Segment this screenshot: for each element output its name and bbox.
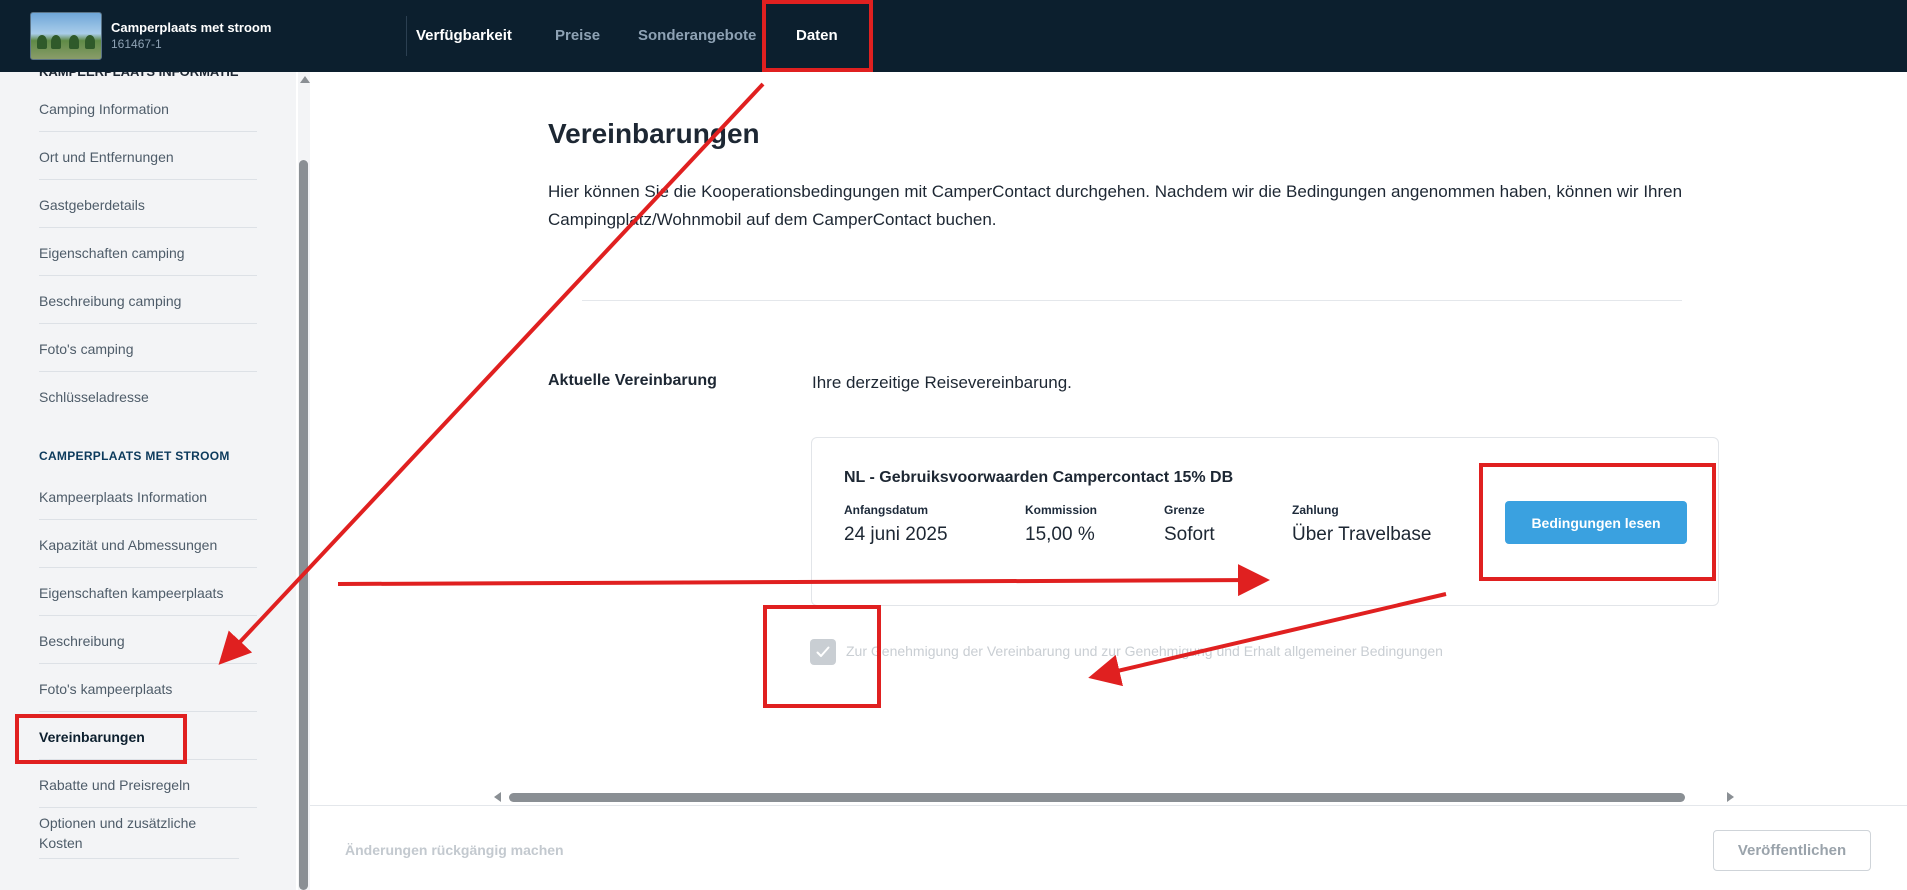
field-value-payment: Über Travelbase xyxy=(1292,524,1432,545)
site-id: 161467-1 xyxy=(111,37,162,51)
agreement-card: NL - Gebruiksvoorwaarden Campercontact 1… xyxy=(811,437,1719,606)
field-label-limit: Grenze xyxy=(1164,503,1205,517)
field-value-start-date: 24 juni 2025 xyxy=(844,524,948,545)
current-agreement-text: Ihre derzeitige Reisevereinbarung. xyxy=(812,373,1072,392)
sidebar-item-eigenschaften-kampeerplaats[interactable]: Eigenschaften kampeerplaats xyxy=(39,584,257,616)
sidebar-cut-heading: KAMPEERPLAATS INFORMATIE xyxy=(39,72,239,79)
section-divider xyxy=(582,300,1682,301)
consent-checkbox[interactable] xyxy=(810,639,836,665)
nav-tab-verfuegbarkeit[interactable]: Verfügbarkeit xyxy=(416,27,512,44)
sidebar-item-beschreibung-camping[interactable]: Beschreibung camping xyxy=(39,292,257,324)
scroll-left-arrow-icon[interactable] xyxy=(494,792,501,802)
tree-shape xyxy=(37,35,47,49)
current-agreement-label: Aktuelle Vereinbarung xyxy=(548,372,717,389)
footer-bar: Änderungen rückgängig machen Veröffentli… xyxy=(310,805,1907,890)
sidebar-item-fotos-camping[interactable]: Foto's camping xyxy=(39,340,257,372)
sidebar-item-fotos-kampeerplaats[interactable]: Foto's kampeerplaats xyxy=(39,680,257,712)
nav-tab-daten[interactable]: Daten xyxy=(796,27,838,44)
sidebar-item-kapazitaet[interactable]: Kapazität und Abmessungen xyxy=(39,536,257,568)
nav-tab-sonderangebote[interactable]: Sonderangebote xyxy=(638,27,756,44)
field-value-commission: 15,00 % xyxy=(1025,524,1095,545)
sidebar-item-optionen[interactable]: Optionen und zusätzliche Kosten xyxy=(39,813,239,859)
field-label-start-date: Anfangsdatum xyxy=(844,503,928,517)
sidebar-item-gastgeberdetails[interactable]: Gastgeberdetails xyxy=(39,196,257,228)
field-value-limit: Sofort xyxy=(1164,524,1215,545)
sidebar-item-ort-und-entfernungen[interactable]: Ort und Entfernungen xyxy=(39,148,257,180)
read-terms-button[interactable]: Bedingungen lesen xyxy=(1505,501,1687,544)
field-label-payment: Zahlung xyxy=(1292,503,1339,517)
tree-shape xyxy=(85,35,95,49)
sidebar-item-vereinbarungen[interactable]: Vereinbarungen xyxy=(39,728,257,760)
sidebar-scrollbar-thumb[interactable] xyxy=(299,160,308,890)
top-bar: Camperplaats met stroom 161467-1 Verfügb… xyxy=(0,0,1907,72)
sidebar: KAMPEERPLAATS INFORMATIE Camping Informa… xyxy=(0,72,296,890)
undo-changes-link[interactable]: Änderungen rückgängig machen xyxy=(345,842,564,858)
scroll-up-arrow-icon[interactable] xyxy=(300,76,310,83)
page-title: Vereinbarungen xyxy=(548,118,760,149)
tree-shape xyxy=(69,35,79,49)
consent-label: Zur Genehmigung der Vereinbarung und zur… xyxy=(846,643,1443,659)
nav-divider xyxy=(406,16,407,56)
nav-tab-preise[interactable]: Preise xyxy=(555,27,600,44)
agreement-title: NL - Gebruiksvoorwaarden Campercontact 1… xyxy=(844,469,1234,486)
sidebar-section-heading: CAMPERPLAATS MET STROOM xyxy=(39,449,230,463)
sidebar-item-camping-information[interactable]: Camping Information xyxy=(39,100,257,132)
sidebar-item-eigenschaften-camping[interactable]: Eigenschaften camping xyxy=(39,244,257,276)
tree-shape xyxy=(51,35,61,49)
field-label-commission: Kommission xyxy=(1025,503,1098,517)
sidebar-item-beschreibung[interactable]: Beschreibung xyxy=(39,632,257,664)
sidebar-item-rabatte[interactable]: Rabatte und Preisregeln xyxy=(39,776,257,808)
site-title: Camperplaats met stroom xyxy=(111,20,272,35)
intro-text: Hier können Sie die Kooperationsbedingun… xyxy=(548,182,1683,229)
annotation-arrow-to-consent xyxy=(1088,592,1447,687)
horizontal-scrollbar-thumb[interactable] xyxy=(509,793,1685,802)
sidebar-item-schluesseladresse[interactable]: Schlüsseladresse xyxy=(39,388,257,420)
site-thumbnail[interactable] xyxy=(30,12,102,60)
scroll-right-arrow-icon[interactable] xyxy=(1727,792,1734,802)
publish-button[interactable]: Veröffentlichen xyxy=(1713,830,1871,871)
sidebar-item-kampeerplaats-information[interactable]: Kampeerplaats Information xyxy=(39,488,257,520)
checkmark-icon xyxy=(816,646,830,657)
